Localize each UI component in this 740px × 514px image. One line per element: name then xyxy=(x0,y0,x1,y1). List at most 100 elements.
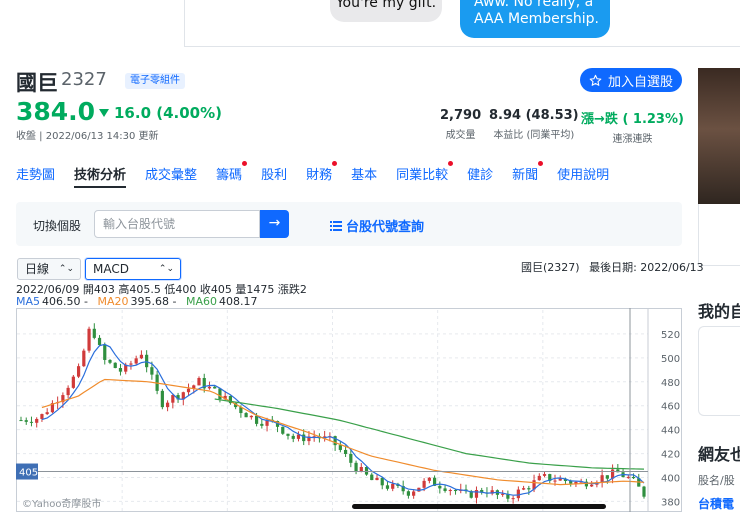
candle-body xyxy=(165,402,170,408)
list-icon xyxy=(330,220,342,231)
candle-body xyxy=(427,477,431,481)
indicator-select[interactable]: MACD ⌃⌄ xyxy=(85,258,181,280)
new-dot-icon xyxy=(332,161,338,166)
period-select[interactable]: 日線 ⌃⌄ xyxy=(17,258,81,280)
tab-peer[interactable]: 同業比較 xyxy=(396,161,454,188)
stat-streak-label: 連漲連跌 xyxy=(612,134,653,145)
ma20-value: 395.68 - xyxy=(130,295,177,308)
chart-meta: 國巨(2327) 最後日期: 2022/06/13 xyxy=(521,259,704,275)
candle-body xyxy=(249,415,253,418)
candle-body xyxy=(35,418,39,423)
candle-body xyxy=(29,421,34,423)
add-watchlist-button[interactable]: 加入自選股 xyxy=(580,68,682,92)
stat-pe-label: 本益比 (同業平均) xyxy=(493,130,575,141)
new-dot-icon xyxy=(448,161,454,166)
candle-body xyxy=(113,362,117,368)
tab-chips[interactable]: 籌碼 xyxy=(216,161,248,188)
candle-body xyxy=(375,477,379,481)
candle-body xyxy=(40,414,44,419)
stat-streak-a: 漲→跌 xyxy=(581,112,618,127)
y-tick-label: 500 xyxy=(661,354,680,365)
candle-body xyxy=(626,476,630,478)
candle-body xyxy=(412,491,416,496)
tab-deals[interactable]: 成交彙整 xyxy=(145,164,197,188)
candle-body xyxy=(422,480,426,488)
y-tick-label: 480 xyxy=(661,378,680,389)
candle-body xyxy=(542,474,547,476)
candle-body xyxy=(254,415,259,424)
candle-body xyxy=(537,475,541,481)
candle-body xyxy=(145,354,149,368)
candle-body xyxy=(391,483,395,489)
candle-body xyxy=(129,363,133,365)
candle-body xyxy=(71,376,75,388)
tab-technical[interactable]: 技術分析 xyxy=(74,164,127,188)
tab-health[interactable]: 健診 xyxy=(467,164,493,188)
horizontal-scrollbar[interactable] xyxy=(352,504,606,509)
candle-body xyxy=(103,344,107,360)
tab-trend[interactable]: 走勢圖 xyxy=(16,164,55,188)
tab-dividend[interactable]: 股利 xyxy=(261,164,287,188)
tab-basic[interactable]: 基本 xyxy=(351,164,377,188)
right-ad-image[interactable] xyxy=(698,68,740,204)
category-badge[interactable]: 電子零組件 xyxy=(125,73,185,89)
price-change: 16.0 (4.00%) xyxy=(99,104,222,122)
candle-body xyxy=(134,358,138,364)
stock-code: 2327 xyxy=(61,69,107,90)
candle-body xyxy=(286,433,290,436)
candle-body xyxy=(516,489,520,499)
candle-body xyxy=(244,413,248,418)
stat-pe: 8.94 (48.53) 本益比 (同業平均) xyxy=(489,108,579,141)
ma60-value: 408.17 xyxy=(218,295,258,308)
go-button[interactable]: → xyxy=(260,210,289,238)
candle-body xyxy=(359,466,363,472)
popular-stock-link[interactable]: 台積電 xyxy=(698,495,734,512)
candle-body xyxy=(438,485,442,489)
candle-body xyxy=(527,488,531,490)
candle-body xyxy=(82,350,86,367)
candle-body xyxy=(66,387,70,396)
candle-body xyxy=(642,486,646,497)
stock-code-input[interactable]: 輸入台股代號 xyxy=(94,210,260,238)
ad-bubble-line2: AAA Membership. xyxy=(474,11,599,27)
code-lookup-link[interactable]: 台股代號查詢 xyxy=(330,216,424,235)
candle-body xyxy=(474,490,479,498)
candle-body xyxy=(600,475,604,483)
candlestick-chart[interactable]: 380 400 420 440 460 480 500 520 405 ©Yahoo奇摩股市 xyxy=(16,308,682,512)
candle-body xyxy=(590,484,594,487)
candle-body xyxy=(92,328,96,338)
popular-heading: 網友也 xyxy=(698,445,740,464)
stat-volume-label: 成交量 xyxy=(445,130,476,141)
ma20-label: MA20 xyxy=(97,295,129,308)
chart-last-date: 最後日期: 2022/06/13 xyxy=(589,261,704,274)
stock-name: 國巨 xyxy=(16,71,58,95)
chart-stock: 國巨(2327) xyxy=(521,261,580,274)
candle-body xyxy=(521,488,526,490)
candle-body xyxy=(443,488,447,491)
indicator-value: MACD xyxy=(93,262,129,276)
down-arrow-icon xyxy=(99,109,109,117)
tab-news[interactable]: 新聞 xyxy=(512,161,544,188)
right-ad-card[interactable] xyxy=(698,204,740,266)
tab-financial[interactable]: 財務 xyxy=(306,161,338,188)
candle-body xyxy=(511,498,515,500)
candle-body xyxy=(24,420,28,422)
stat-streak-value: 漲→跌 ( 1.23%) xyxy=(581,108,684,127)
new-dot-icon xyxy=(242,161,248,166)
candle-body xyxy=(354,462,358,472)
candle-body xyxy=(553,480,557,482)
ma5-value: 406.50 - xyxy=(42,295,88,308)
candle-body xyxy=(139,354,144,359)
stat-pe-value: 8.94 (48.53) xyxy=(489,108,579,123)
tab-help[interactable]: 使用說明 xyxy=(557,164,609,188)
stat-volume-value: 2,790 xyxy=(440,108,482,123)
candle-body xyxy=(150,367,154,375)
ad-bubble-line1: Aww. No really, a xyxy=(474,0,594,10)
candle-body xyxy=(453,490,458,492)
stat-streak-pct: 1.23%) xyxy=(632,112,684,127)
ma60-label: MA60 xyxy=(185,295,217,308)
candle-body xyxy=(370,474,374,481)
candle-body xyxy=(97,337,102,345)
switch-stock-label: 切換個股 xyxy=(33,219,82,233)
candle-body xyxy=(406,491,411,496)
